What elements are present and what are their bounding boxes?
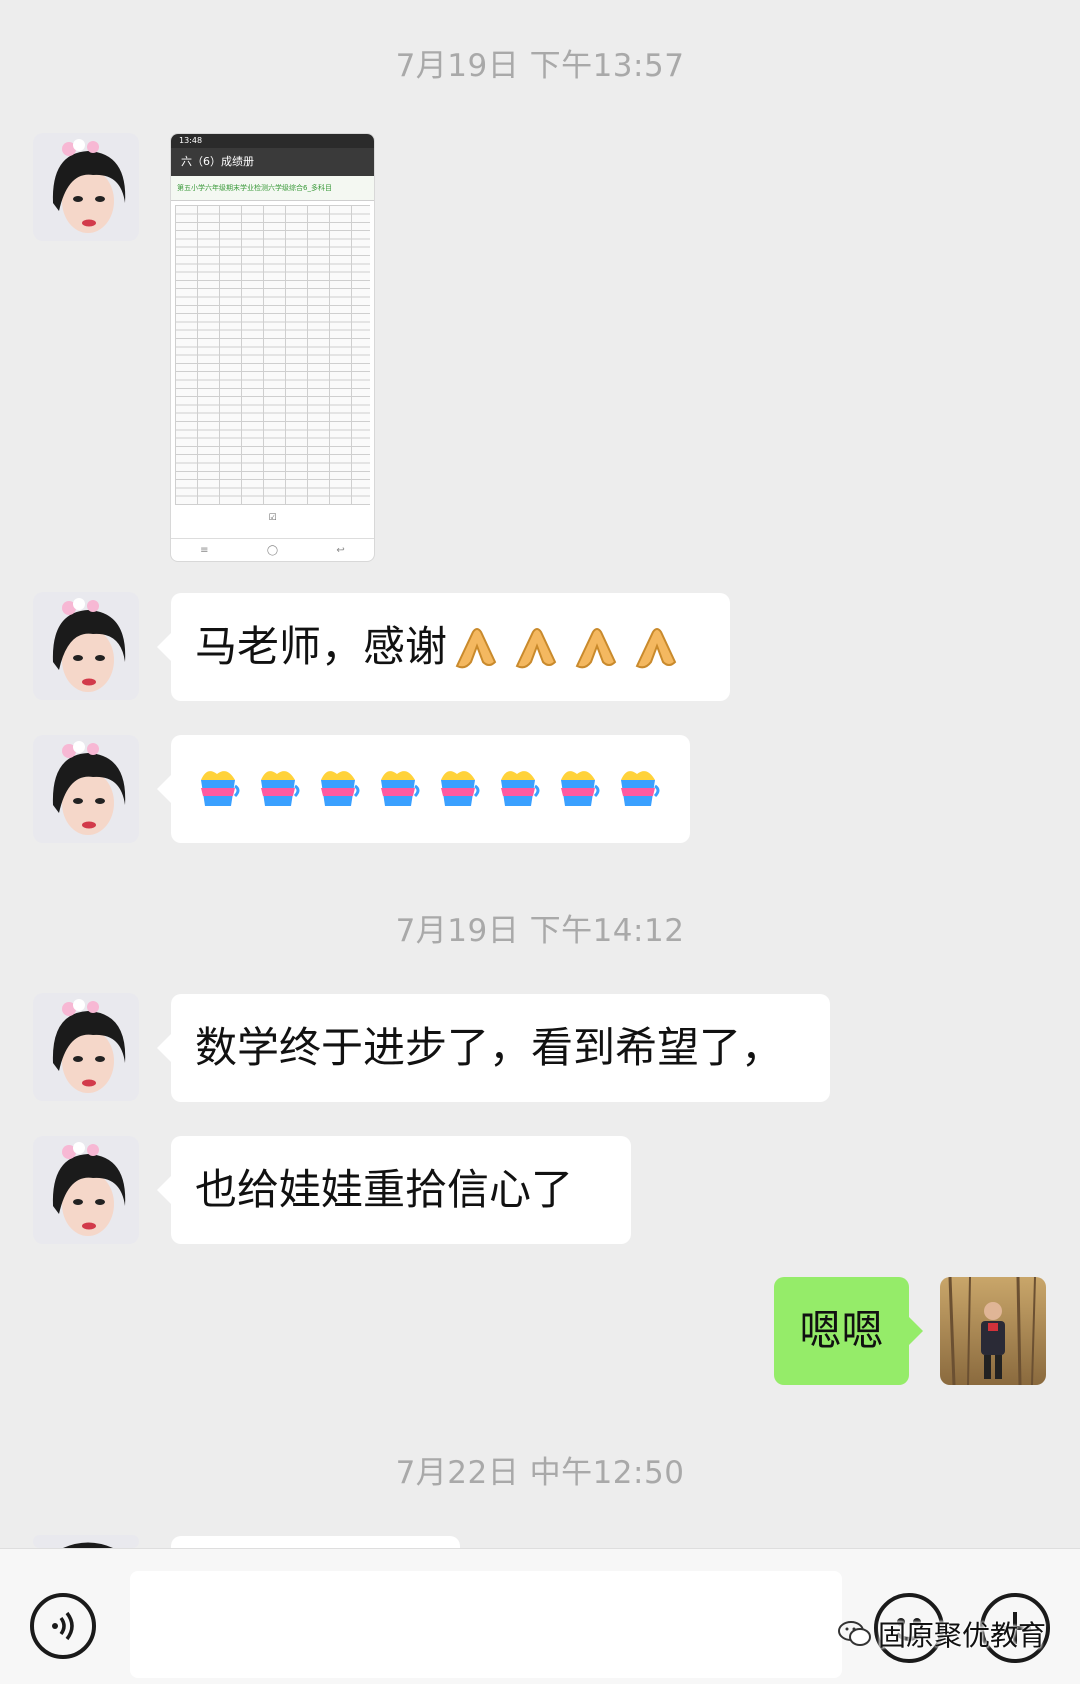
message-text: 嗯嗯 [799, 1306, 884, 1355]
cheers-cup-icon [201, 771, 240, 806]
screenshot-app-title: 六（6）成绩册 [171, 148, 374, 176]
avatar[interactable] [33, 133, 139, 241]
cheers-cup-icon [501, 771, 540, 806]
screenshot-status-bar: 13:48 [171, 134, 374, 148]
folded-hands-icon [455, 628, 497, 669]
message-text: 马老师，感谢 [195, 622, 448, 671]
cheers-cup-icon [441, 771, 480, 806]
avatar-self[interactable] [940, 1277, 1046, 1385]
message-text: 数学终于进步了，看到希望了， [195, 1023, 784, 1072]
emoji-group [453, 622, 679, 672]
folded-hands-icon [575, 628, 617, 669]
message-text: 也给娃娃重拾信心了 [195, 1165, 574, 1214]
timestamp: 7月22日 中午12:50 [395, 1455, 685, 1491]
screenshot-sheet-title: 第五小学六年级期末学业检测六学级综合6_多科目 [171, 176, 374, 201]
cheers-cup-icon [381, 771, 420, 806]
screenshot-nav-bar: ≡ ◯ ↩ [171, 538, 374, 561]
timestamp: 7月19日 下午14:12 [395, 913, 685, 949]
message-bubble[interactable] [157, 1536, 460, 1604]
watermark-text: 固原聚优教育 [877, 1619, 1046, 1652]
avatar[interactable] [33, 735, 139, 843]
message-input[interactable] [130, 1571, 842, 1678]
chat-input-bar: 固原聚优教育 [0, 1548, 1080, 1684]
message-bubble[interactable]: 也给娃娃重拾信心了 [157, 1136, 631, 1244]
avatar[interactable] [33, 592, 139, 700]
spreadsheet-grid [175, 205, 370, 505]
avatar[interactable] [33, 993, 139, 1101]
image-message-screenshot[interactable]: 13:48 六（6）成绩册 第五小学六年级期末学业检测六学级综合6_多科目 ☑ … [170, 133, 375, 562]
folded-hands-icon [515, 628, 557, 669]
avatar[interactable] [33, 1535, 139, 1548]
folded-hands-icon [635, 628, 677, 669]
voice-icon[interactable] [30, 1593, 96, 1659]
message-bubble-own[interactable]: 嗯嗯 [774, 1277, 923, 1385]
avatar[interactable] [33, 1136, 139, 1244]
watermark: 固原聚优教育 [837, 1614, 1046, 1654]
cheers-cup-icon [561, 771, 600, 806]
edit-icon: ☑ [268, 513, 277, 523]
cheers-cup-icon [621, 771, 660, 806]
cheers-cup-icon [261, 771, 300, 806]
message-bubble[interactable] [157, 735, 690, 843]
message-bubble[interactable]: 数学终于进步了，看到希望了， [157, 994, 830, 1102]
wechat-icon [837, 1621, 871, 1646]
message-bubble[interactable]: 马老师，感谢 [157, 593, 730, 701]
timestamp: 7月19日 下午13:57 [395, 48, 685, 84]
emoji-group [195, 766, 661, 812]
cheers-cup-icon [321, 771, 360, 806]
